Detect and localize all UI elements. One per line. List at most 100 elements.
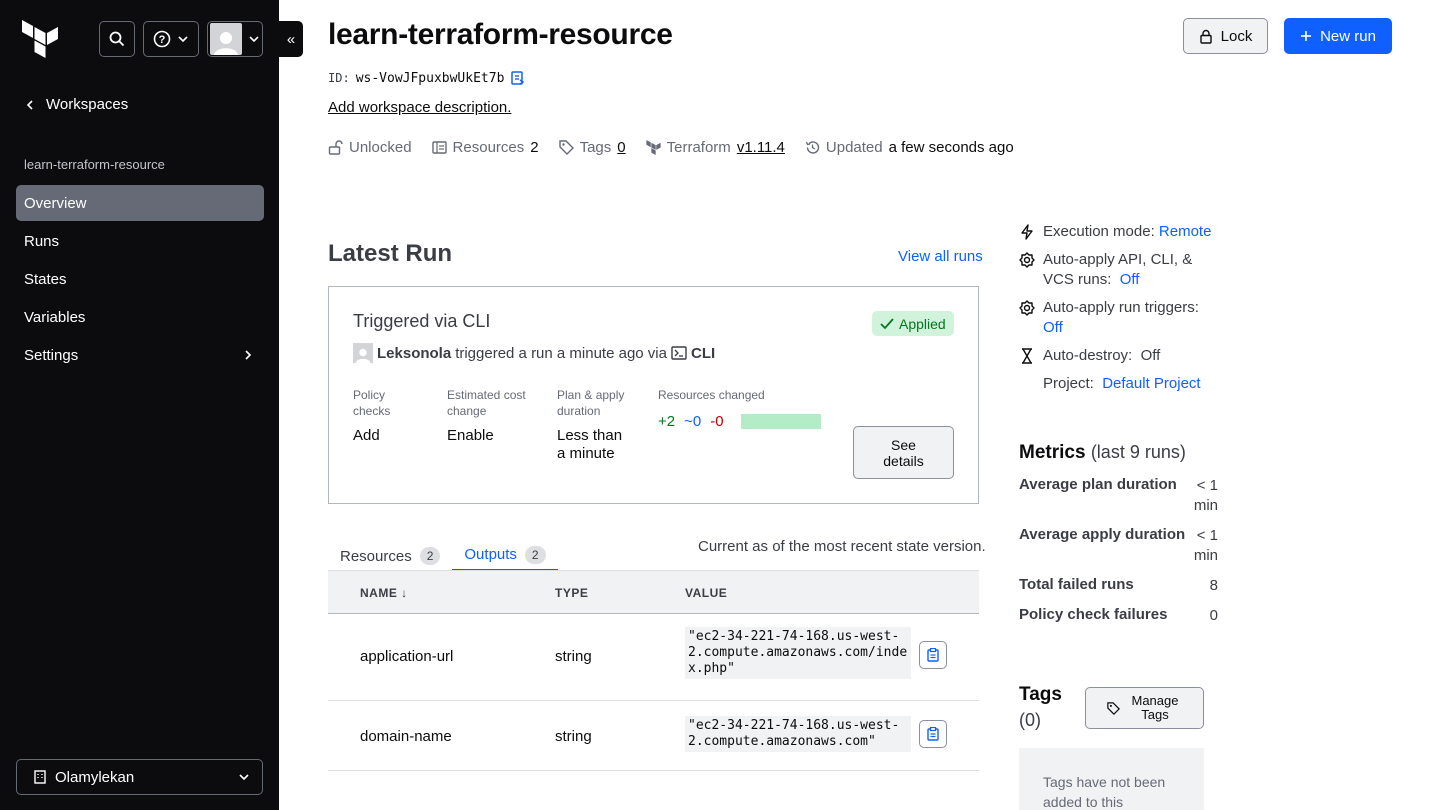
help-icon: ?	[153, 30, 171, 48]
auto-destroy-label: Auto-destroy:	[1043, 347, 1133, 364]
copy-value-button[interactable]	[919, 720, 947, 748]
new-run-button[interactable]: New run	[1284, 18, 1392, 54]
auto-destroy-value: Off	[1140, 347, 1161, 364]
terraform-label: Terraform	[666, 139, 731, 156]
copy-value-button[interactable]	[919, 641, 947, 669]
organization-switcher[interactable]: Olamylekan	[16, 759, 263, 795]
output-value: "ec2-34-221-74-168.us-west-2.compute.ama…	[685, 627, 911, 679]
policy-checks-value[interactable]: Add	[353, 427, 423, 445]
terraform-version-meta: Terraform v1.11.4	[646, 139, 785, 156]
project-link[interactable]: Default Project	[1102, 375, 1200, 392]
auto-apply-row: Auto-apply API, CLI, & VCS runs: Off	[1019, 250, 1219, 290]
run-trigger-text: triggered a run a minute ago via	[455, 344, 667, 362]
run-title[interactable]: Triggered via CLI	[353, 311, 490, 332]
execution-mode-link[interactable]: Remote	[1159, 223, 1212, 240]
workspace-id-label: ID:	[328, 71, 350, 85]
updated-meta: Updated a few seconds ago	[805, 139, 1014, 156]
metrics-title: Metrics	[1019, 442, 1086, 463]
tags-heading: Tags	[1019, 684, 1062, 705]
sidebar-nav: Overview Runs States Variables Settings	[16, 185, 264, 375]
lock-button[interactable]: Lock	[1183, 18, 1268, 54]
chevron-down-icon	[178, 36, 188, 43]
metric-value: < 1 min	[1193, 477, 1218, 514]
sidebar-item-label: Overview	[24, 194, 87, 212]
execution-mode-row: Execution mode: Remote	[1019, 222, 1211, 242]
updated-label: Updated	[825, 139, 883, 156]
duration-label: Plan & apply duration	[557, 388, 625, 418]
auto-apply-triggers-label: Auto-apply run triggers:	[1043, 299, 1199, 316]
resources-meta: Resources 2	[431, 139, 539, 156]
terraform-version-link[interactable]: v1.11.4	[737, 139, 785, 156]
tag-icon	[1107, 701, 1120, 715]
tab-resources[interactable]: Resources 2	[328, 540, 452, 572]
sidebar-item-settings[interactable]: Settings	[16, 337, 264, 373]
policy-checks-label: Policy checks	[353, 388, 391, 418]
table-row: application-url string "ec2-34-221-74-16…	[328, 614, 979, 701]
help-menu-button[interactable]: ?	[143, 21, 199, 57]
sidebar-item-states[interactable]: States	[16, 261, 264, 297]
updated-value: a few seconds ago	[888, 139, 1014, 156]
metrics-heading: Metrics (last 9 runs)	[1019, 442, 1186, 464]
status-badge: Applied	[872, 311, 954, 336]
add-description-link[interactable]: Add workspace description.	[328, 99, 511, 116]
auto-destroy-row: Auto-destroy: Off	[1019, 346, 1160, 366]
plus-icon	[1301, 31, 1312, 41]
manage-tags-button[interactable]: Manage Tags	[1085, 687, 1204, 729]
state-version-note: Current as of the most recent state vers…	[698, 538, 986, 555]
auto-apply-triggers-link[interactable]: Off	[1043, 319, 1063, 336]
lock-status-label: Unlocked	[349, 139, 412, 156]
search-button[interactable]	[99, 21, 135, 57]
sidebar-item-label: States	[24, 270, 67, 288]
column-header-name[interactable]: NAME ↓	[360, 586, 408, 600]
view-all-runs-link[interactable]: View all runs	[898, 248, 983, 265]
tags-count-link[interactable]: 0	[617, 139, 625, 156]
chevron-left-icon	[26, 99, 33, 110]
auto-apply-link[interactable]: Off	[1120, 271, 1140, 288]
copy-icon	[927, 727, 939, 741]
sidebar-item-variables[interactable]: Variables	[16, 299, 264, 335]
tags-panel-count: (0)	[1019, 710, 1041, 730]
chevron-right-icon	[245, 350, 252, 360]
metric-label: Total failed runs	[1019, 576, 1134, 593]
resources-count: 2	[530, 139, 539, 156]
metric-avg-apply: Average apply duration < 1 min	[1019, 526, 1218, 566]
resources-icon	[431, 141, 447, 154]
sidebar-item-label: Runs	[24, 232, 60, 250]
auto-apply-triggers-row: Auto-apply run triggers: Off	[1019, 298, 1219, 338]
tab-count-badge: 2	[419, 547, 441, 565]
metric-failed-runs: Total failed runs 8	[1019, 576, 1218, 596]
metric-value: 0	[1209, 607, 1218, 624]
status-label: Applied	[899, 315, 946, 332]
sidebar-item-runs[interactable]: Runs	[16, 223, 264, 259]
terminal-icon	[671, 346, 687, 360]
column-header-type: TYPE	[555, 586, 589, 600]
user-menu-button[interactable]	[207, 21, 263, 57]
sidebar-workspace-name: learn-terraform-resource	[24, 157, 165, 172]
tags-label: Tags	[579, 139, 612, 156]
output-name: domain-name	[360, 728, 452, 745]
execution-mode-label: Execution mode:	[1043, 223, 1155, 240]
avatar	[353, 343, 373, 363]
lock-button-label: Lock	[1220, 27, 1253, 45]
history-icon	[805, 141, 820, 154]
tab-count-badge: 2	[524, 545, 546, 564]
metric-label: Policy check failures	[1019, 606, 1168, 623]
project-label: Project:	[1043, 375, 1094, 392]
run-user: Leksonola	[377, 344, 452, 362]
sidebar-item-overview[interactable]: Overview	[16, 185, 264, 221]
policy-checks-stat: Policy checks Add	[353, 387, 423, 445]
terraform-logo-icon[interactable]	[22, 20, 58, 58]
resources-label: Resources	[452, 139, 525, 156]
metric-avg-plan: Average plan duration < 1 min	[1019, 476, 1218, 516]
duration-stat: Plan & apply duration Less than a minute	[557, 387, 629, 463]
cost-estimate-value[interactable]: Enable	[447, 427, 527, 445]
copy-icon[interactable]	[510, 70, 526, 86]
latest-run-heading: Latest Run	[328, 240, 453, 267]
search-icon	[109, 31, 125, 47]
state-tabs: Resources 2 Outputs 2	[328, 540, 558, 572]
workspaces-back-label: Workspaces	[46, 96, 129, 113]
see-details-button[interactable]: See details	[853, 426, 954, 479]
tab-outputs[interactable]: Outputs 2	[452, 540, 558, 572]
collapse-sidebar-button[interactable]: «	[279, 21, 303, 57]
workspaces-back-link[interactable]: Workspaces	[24, 96, 128, 113]
